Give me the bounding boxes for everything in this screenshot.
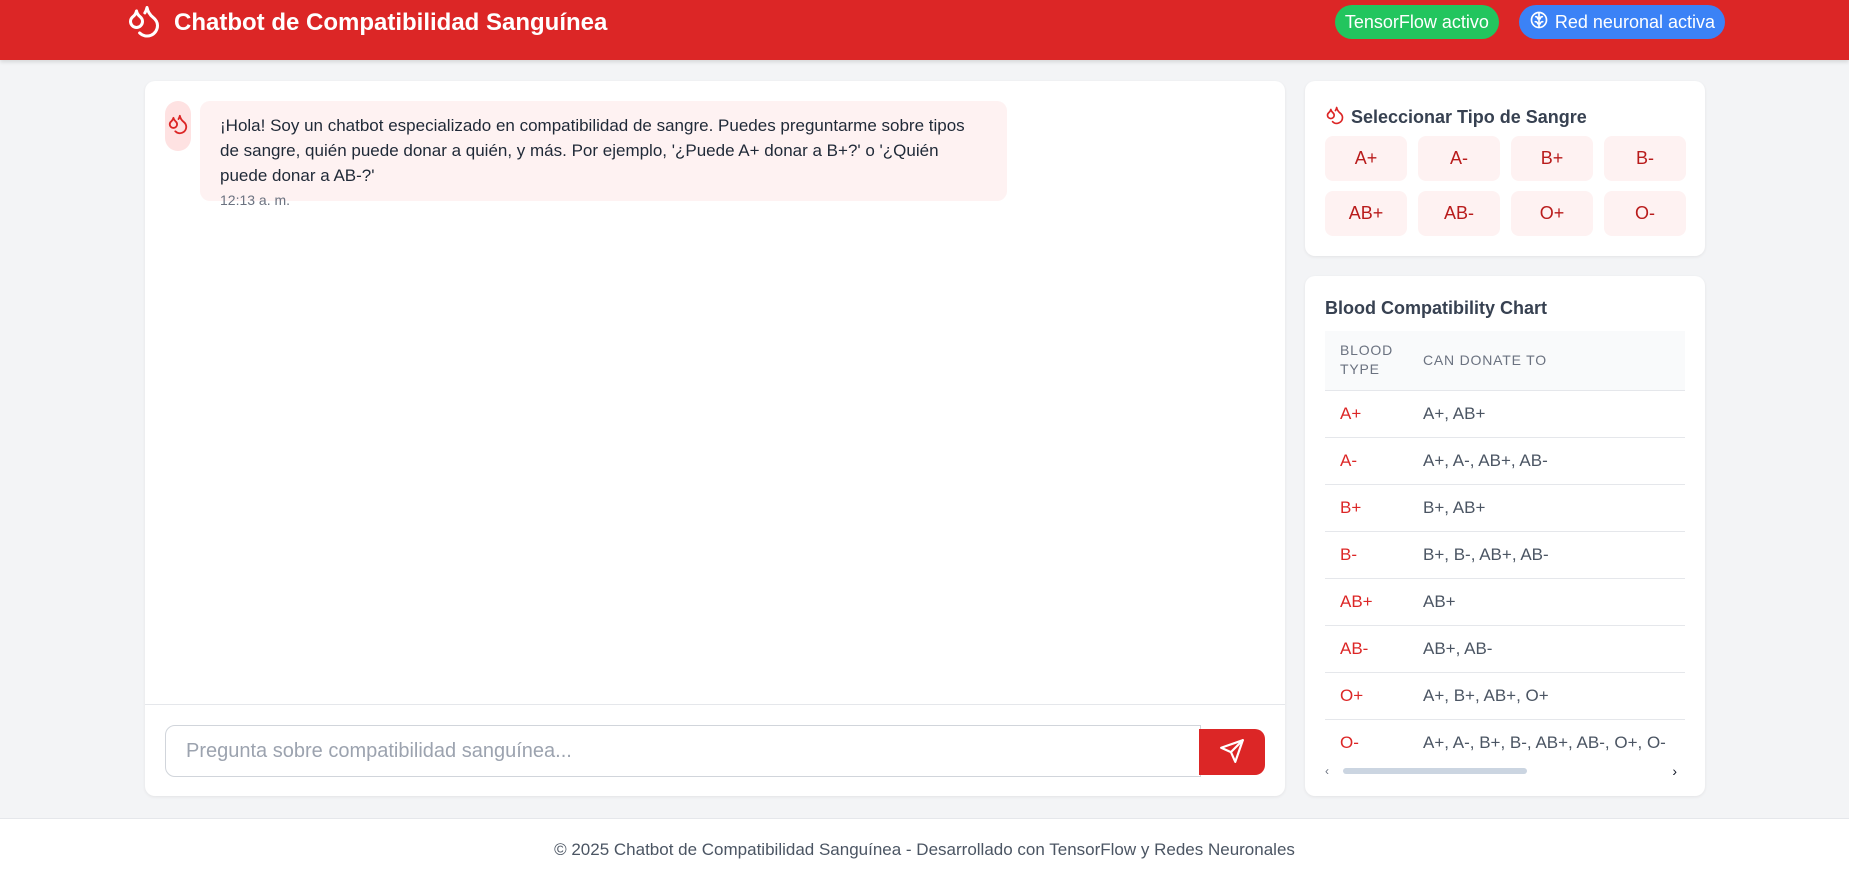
tensorflow-status-badge: TensorFlow activo: [1334, 5, 1499, 39]
table-row: B+ B+, AB+: [1325, 484, 1685, 532]
table-row: O+ A+, B+, AB+, O+: [1325, 672, 1685, 720]
footer-text: © 2025 Chatbot de Compatibilidad Sanguín…: [554, 839, 1295, 859]
row-can-donate-to: AB+, AB-: [1408, 625, 1685, 673]
chat-panel: ¡Hola! Soy un chatbot especializado en c…: [145, 81, 1285, 796]
blood-type-grid: A+ A- B+ B- AB+ AB- O+ O-: [1325, 136, 1686, 236]
page-footer: © 2025 Chatbot de Compatibilidad Sanguín…: [0, 818, 1849, 880]
app-header: Chatbot de Compatibilidad Sanguínea Tens…: [0, 0, 1849, 60]
bot-avatar: [165, 101, 191, 151]
bot-message: ¡Hola! Soy un chatbot especializado en c…: [200, 101, 1007, 208]
droplets-icon: [1325, 105, 1351, 130]
row-can-donate-to: B+, AB+: [1408, 484, 1685, 532]
horizontal-scrollbar[interactable]: ‹ ›: [1325, 763, 1685, 779]
table-row: AB- AB+, AB-: [1325, 625, 1685, 673]
blood-type-selector: Seleccionar Tipo de Sangre A+ A- B+ B- A…: [1305, 81, 1705, 256]
column-header-blood-type: BLOOD TYPE: [1325, 331, 1408, 391]
table-header-row: BLOOD TYPE CAN DONATE TO: [1325, 331, 1685, 391]
neural-network-status-badge: Red neuronal activa: [1518, 5, 1725, 39]
chat-input[interactable]: [165, 725, 1201, 777]
send-button[interactable]: [1199, 729, 1265, 775]
chart-title: Blood Compatibility Chart: [1325, 298, 1547, 318]
blood-type-button-b-pos[interactable]: B+: [1511, 136, 1593, 181]
blood-type-button-o-neg[interactable]: O-: [1604, 191, 1686, 236]
scrollbar-thumb[interactable]: [1343, 768, 1527, 774]
row-can-donate-to: B+, B-, AB+, AB-: [1408, 531, 1685, 579]
row-blood-type: B-: [1325, 531, 1408, 579]
app-title: Chatbot de Compatibilidad Sanguínea: [174, 9, 608, 36]
chat-messages[interactable]: ¡Hola! Soy un chatbot especializado en c…: [145, 81, 1285, 704]
message-text: ¡Hola! Soy un chatbot especializado en c…: [220, 116, 965, 185]
droplets-icon: [126, 3, 162, 44]
row-can-donate-to: AB+: [1408, 578, 1685, 626]
blood-type-button-b-neg[interactable]: B-: [1604, 136, 1686, 181]
brand: Chatbot de Compatibilidad Sanguínea: [126, 2, 607, 44]
blood-type-button-o-pos[interactable]: O+: [1511, 191, 1593, 236]
selector-title: Seleccionar Tipo de Sangre: [1325, 105, 1587, 130]
row-blood-type: AB-: [1325, 625, 1408, 673]
compatibility-table-scroll[interactable]: BLOOD TYPE CAN DONATE TO A+ A+, AB+ A- A+, …: [1325, 331, 1685, 761]
blood-type-button-a-neg[interactable]: A-: [1418, 136, 1500, 181]
row-blood-type: A-: [1325, 437, 1408, 485]
table-row: A- A+, A-, AB+, AB-: [1325, 437, 1685, 485]
row-blood-type: A+: [1325, 390, 1408, 438]
row-can-donate-to: A+, A-, B+, B-, AB+, AB-, O+, O-: [1408, 719, 1685, 761]
row-can-donate-to: A+, B+, AB+, O+: [1408, 672, 1685, 720]
table-row: AB+ AB+: [1325, 578, 1685, 626]
row-can-donate-to: A+, AB+: [1408, 390, 1685, 438]
table-row: A+ A+, AB+: [1325, 390, 1685, 438]
compatibility-table: BLOOD TYPE CAN DONATE TO A+ A+, AB+ A- A+, …: [1325, 331, 1685, 761]
table-row: B- B+, B-, AB+, AB-: [1325, 531, 1685, 579]
message-timestamp: 12:13 a. m.: [220, 192, 291, 208]
blood-type-button-ab-neg[interactable]: AB-: [1418, 191, 1500, 236]
blood-type-button-a-pos[interactable]: A+: [1325, 136, 1407, 181]
table-row: O- A+, A-, B+, B-, AB+, AB-, O+, O-: [1325, 719, 1685, 761]
brain-icon: [1529, 10, 1555, 35]
scroll-right-arrow-icon[interactable]: ›: [1672, 763, 1677, 779]
row-blood-type: B+: [1325, 484, 1408, 532]
blood-type-button-ab-pos[interactable]: AB+: [1325, 191, 1407, 236]
row-blood-type: O+: [1325, 672, 1408, 720]
send-icon: [1219, 738, 1245, 767]
chat-input-area: [145, 704, 1285, 796]
row-blood-type: AB+: [1325, 578, 1408, 626]
scroll-left-arrow-icon[interactable]: ‹: [1325, 763, 1329, 779]
droplets-icon: [167, 113, 189, 140]
status-badges: TensorFlow activo Red neuronal activa: [1334, 5, 1725, 39]
row-blood-type: O-: [1325, 719, 1408, 761]
row-can-donate-to: A+, A-, AB+, AB-: [1408, 437, 1685, 485]
compatibility-chart: Blood Compatibility Chart BLOOD TYPE CAN …: [1305, 276, 1705, 796]
column-header-can-donate-to: CAN DONATE TO: [1408, 331, 1685, 391]
